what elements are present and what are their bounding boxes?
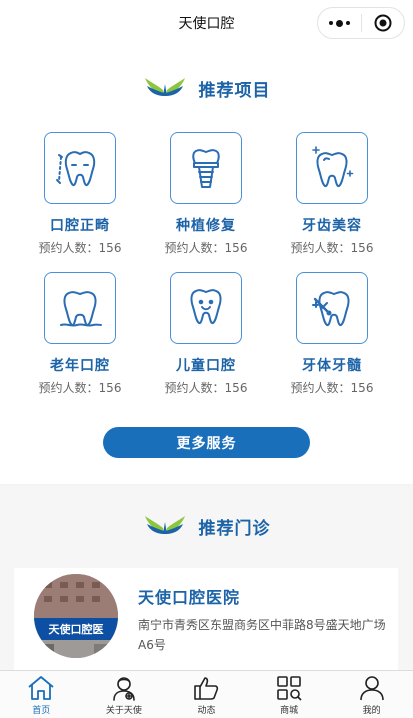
section-title: 推荐项目 xyxy=(198,80,271,101)
tab-mine[interactable]: 我的 xyxy=(330,671,413,718)
project-label: 儿童口腔 xyxy=(176,358,236,374)
section-title: 推荐门诊 xyxy=(198,518,271,539)
project-label: 老年口腔 xyxy=(50,358,110,374)
project-item-orthodontics[interactable]: 口腔正畸 预约人数：156 xyxy=(20,132,140,262)
angel-wings-logo-icon xyxy=(144,516,185,534)
tooth-elderly-icon xyxy=(44,272,116,344)
tooth-sparkle-icon xyxy=(296,132,368,204)
project-item-cosmetic[interactable]: 牙齿美容 预约人数：156 xyxy=(272,132,392,262)
tooth-repair-icon xyxy=(296,272,368,344)
booking-count: 预约人数：156 xyxy=(164,381,248,395)
thumbs-up-icon xyxy=(194,677,219,700)
project-label: 牙体牙髓 xyxy=(302,358,362,374)
tab-label: 动态 xyxy=(197,706,216,716)
clinic-address: 南宁市青秀区东盟商务区中菲路8号盛天地广场A6号 xyxy=(138,618,386,652)
navigation-bar: 天使口腔 xyxy=(0,0,413,46)
tab-mall[interactable]: 商城 xyxy=(248,671,331,718)
project-item-children[interactable]: 儿童口腔 预约人数：156 xyxy=(146,272,266,402)
mini-program-capsule xyxy=(317,7,405,39)
project-item-endodontics[interactable]: 牙体牙髓 预约人数：156 xyxy=(272,272,392,402)
project-label: 牙齿美容 xyxy=(302,218,362,234)
recommended-clinic-section: 推荐门诊 天使口腔医 天使口腔医院 南宁市青秀区东盟商务区中菲路8号盛天地广场A… xyxy=(0,486,413,670)
tab-about[interactable]: 关于天使 xyxy=(83,671,166,718)
booking-count: 预约人数：156 xyxy=(290,381,374,395)
doctor-icon xyxy=(113,677,135,701)
tab-label: 首页 xyxy=(32,706,51,716)
close-mini-program-icon[interactable] xyxy=(362,8,404,38)
booking-count: 预约人数：156 xyxy=(164,241,248,255)
tab-label: 我的 xyxy=(362,706,381,716)
recommended-clinic-header: 推荐门诊 xyxy=(0,512,413,540)
tooth-orthodontic-icon xyxy=(44,132,116,204)
tab-home[interactable]: 首页 xyxy=(0,671,83,718)
tab-label: 关于天使 xyxy=(105,706,142,716)
bottom-tab-bar: 首页 关于天使 动态 商城 我的 xyxy=(0,670,413,718)
tab-news[interactable]: 动态 xyxy=(165,671,248,718)
dental-implant-icon xyxy=(170,132,242,204)
clinic-photo: 天使口腔医 xyxy=(34,574,118,658)
clinic-photo-sign: 天使口腔医 xyxy=(48,623,104,636)
clinic-name: 天使口腔医院 xyxy=(138,588,241,607)
tab-label: 商城 xyxy=(280,706,299,716)
user-icon xyxy=(359,676,384,701)
project-label: 口腔正畸 xyxy=(50,218,110,234)
more-services-button[interactable]: 更多服务 xyxy=(103,427,310,458)
nav-title: 天使口腔 xyxy=(178,16,235,32)
tooth-smile-icon xyxy=(170,272,242,344)
booking-count: 预约人数：156 xyxy=(38,241,122,255)
booking-count: 预约人数：156 xyxy=(290,241,374,255)
clinic-card[interactable]: 天使口腔医 天使口腔医院 南宁市青秀区东盟商务区中菲路8号盛天地广场A6号 xyxy=(14,568,398,670)
recommended-projects-section: 推荐项目 口腔正畸 预约人数：156 种植修复 预约人数：156 牙齿美容 预约… xyxy=(0,46,413,484)
angel-wings-logo-icon xyxy=(144,78,185,96)
more-options-icon[interactable] xyxy=(318,8,361,38)
project-item-implant[interactable]: 种植修复 预约人数：156 xyxy=(146,132,266,262)
mall-grid-icon xyxy=(277,676,302,701)
booking-count: 预约人数：156 xyxy=(38,381,122,395)
home-icon xyxy=(28,676,54,700)
project-label: 种植修复 xyxy=(176,218,236,234)
project-item-elderly[interactable]: 老年口腔 预约人数：156 xyxy=(20,272,140,402)
recommended-projects-header: 推荐项目 xyxy=(0,74,413,102)
